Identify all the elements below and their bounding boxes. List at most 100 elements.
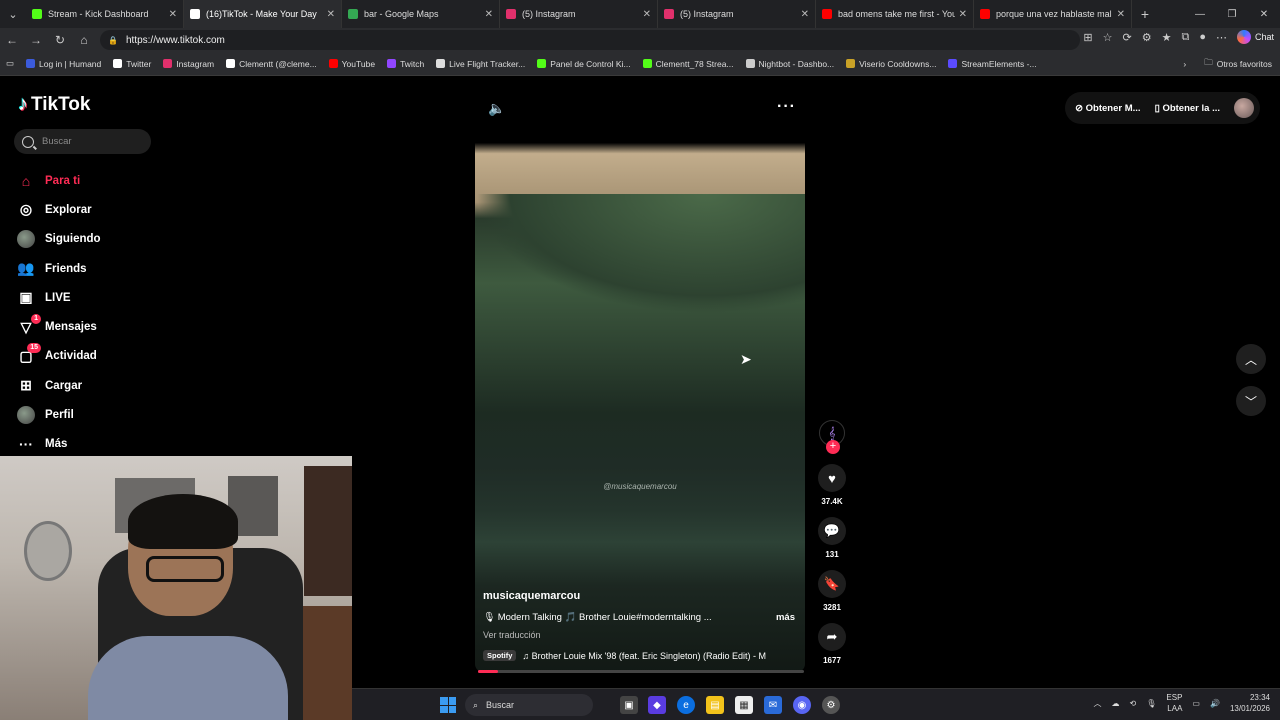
sidebar-item-cargar[interactable]: ⊞ Cargar [16, 371, 101, 400]
discord-icon[interactable]: ◉ [793, 696, 811, 714]
video-more-icon[interactable]: ··· [777, 98, 796, 116]
translate-link[interactable]: Ver traducción [483, 630, 795, 640]
next-video-button[interactable]: ﹀ [1236, 386, 1266, 416]
edge-icon[interactable]: e [677, 696, 695, 714]
app-available-icon[interactable]: ⊞ [1083, 31, 1092, 44]
tab-close-icon[interactable]: ✕ [1117, 9, 1125, 20]
clock[interactable]: 23:34 13/01/2026 [1230, 692, 1270, 714]
sidebar-item-actividad[interactable]: ▢ 15 Actividad [16, 342, 101, 371]
save-button[interactable]: 🔖 [818, 570, 846, 598]
bookmark-item[interactable]: Live Flight Tracker... [430, 59, 531, 69]
refresh-extension-icon[interactable]: ⟳ [1123, 31, 1132, 44]
tab-close-icon[interactable]: ✕ [801, 9, 809, 20]
store-icon[interactable]: ▦ [735, 696, 753, 714]
taskbar-search[interactable]: ⌕ Buscar [465, 694, 593, 716]
tray-chevron-icon[interactable]: ︿ [1094, 698, 1102, 709]
favorite-star-icon[interactable]: ☆ [1103, 31, 1113, 44]
reload-icon[interactable]: ↻ [48, 33, 72, 47]
browser-tab[interactable]: (16)TikTok - Make Your Day ✕ [184, 0, 342, 28]
bookmark-label: Nightbot - Dashbo... [758, 58, 835, 69]
windows-start-icon[interactable] [440, 697, 456, 713]
description-more-button[interactable]: más [776, 612, 795, 623]
follow-plus-icon[interactable]: + [826, 440, 840, 454]
profile-icon[interactable]: ● [1199, 31, 1206, 43]
sidebar-item-live[interactable]: ▣ LIVE [16, 283, 101, 312]
bookmark-item[interactable]: Clementt_78 Strea... [637, 59, 740, 69]
site-info-icon[interactable]: 🔒 [108, 36, 118, 45]
settings-more-icon[interactable]: ⋯ [1216, 31, 1227, 44]
new-tab-button[interactable]: + [1132, 6, 1158, 22]
language-indicator[interactable]: ESP LAA [1166, 692, 1182, 714]
bookmark-item[interactable]: Twitch [381, 59, 430, 69]
tab-title: (16)TikTok - Make Your Day [206, 9, 317, 19]
copilot-chat-button[interactable]: Chat [1236, 30, 1274, 44]
tab-close-icon[interactable]: ✕ [643, 9, 651, 20]
browser-tab[interactable]: porque una vez hablaste mal de mi ✕ [974, 0, 1132, 28]
bookmarks-chevron-icon[interactable]: › [1183, 59, 1186, 69]
browser-tab[interactable]: bar - Google Maps ✕ [342, 0, 500, 28]
mail-icon[interactable]: ✉ [764, 696, 782, 714]
browser-tab[interactable]: bad omens take me first - YouTube ✕ [816, 0, 974, 28]
other-favorites[interactable]: Otros favoritos [1217, 59, 1272, 69]
profile-avatar[interactable] [1234, 98, 1254, 118]
get-coins-button[interactable]: ⊘ Obtener M... [1075, 103, 1141, 114]
creator-avatar[interactable]: 𝄞 + [819, 420, 845, 454]
extensions-icon[interactable]: ⚙ [1142, 31, 1152, 44]
restore-icon[interactable]: ❐ [1216, 0, 1248, 28]
share-button[interactable]: ➦ [818, 623, 846, 651]
bookmark-item[interactable]: Twitter [107, 59, 157, 69]
get-app-button[interactable]: ▯ Obtener la ... [1155, 103, 1220, 114]
minimize-icon[interactable]: — [1184, 0, 1216, 28]
comment-button[interactable]: 💬 [818, 517, 846, 545]
bookmark-item[interactable]: Viserio Cooldowns... [840, 59, 942, 69]
file-explorer-icon[interactable]: ▤ [706, 696, 724, 714]
sidebar-item-más[interactable]: ··· Más [16, 430, 101, 459]
task-view-icon[interactable]: ▣ [620, 696, 638, 714]
video-progress-bar[interactable] [478, 670, 804, 673]
bookmark-item[interactable]: Instagram [157, 59, 220, 69]
video-author[interactable]: musicaquemarcou [483, 590, 795, 602]
sidebar-item-explorar[interactable]: ◎ Explorar [16, 195, 101, 224]
tab-close-icon[interactable]: ✕ [327, 9, 335, 20]
sidebar-item-para-ti[interactable]: ⌂ Para ti [16, 166, 101, 195]
browser-tab[interactable]: (5) Instagram ✕ [500, 0, 658, 28]
search-input[interactable]: Buscar [14, 129, 151, 154]
favorites-icon[interactable]: ★ [1162, 31, 1172, 44]
volume-tray-icon[interactable]: 🔊 [1210, 699, 1220, 708]
music-info[interactable]: Spotify ♫ Brother Louie Mix '98 (feat. E… [483, 650, 795, 661]
volume-icon[interactable]: 🔈 [488, 100, 505, 117]
app-icon[interactable]: ⚙ [822, 696, 840, 714]
spotify-badge[interactable]: Spotify [483, 650, 517, 661]
forward-icon[interactable]: → [24, 33, 48, 47]
sidebar-item-siguiendo[interactable]: Siguiendo [16, 225, 101, 254]
browser-tab[interactable]: (5) Instagram ✕ [658, 0, 816, 28]
bookmark-item[interactable]: Panel de Control Ki... [531, 59, 636, 69]
bookmark-item[interactable]: YouTube [323, 59, 381, 69]
like-button[interactable]: ♥ [818, 464, 846, 492]
back-icon[interactable]: ← [0, 33, 24, 47]
sidebar-item-mensajes[interactable]: ▽ 1 Mensajes [16, 312, 101, 341]
bookmark-item[interactable]: Log in | Humand [20, 59, 107, 69]
collections-icon[interactable]: ⧉ [1181, 31, 1189, 44]
tab-list-dropdown-icon[interactable]: ⌄ [0, 0, 26, 28]
sidebar-item-friends[interactable]: 👥 Friends [16, 254, 101, 283]
bookmark-item[interactable]: Nightbot - Dashbo... [740, 59, 841, 69]
previous-video-button[interactable]: ︿ [1236, 344, 1266, 374]
bookmark-item[interactable]: StreamElements -... [942, 59, 1042, 69]
url-field[interactable]: 🔒 https://www.tiktok.com [100, 30, 1080, 50]
network-icon[interactable]: ▭ [1192, 699, 1200, 708]
reading-mode-icon[interactable]: ▭ [0, 58, 20, 69]
browser-tab[interactable]: Stream - Kick Dashboard ✕ [26, 0, 184, 28]
tab-close-icon[interactable]: ✕ [169, 9, 177, 20]
sidebar-item-perfil[interactable]: Perfil [16, 400, 101, 429]
bookmark-item[interactable]: Clementt (@cleme... [220, 59, 323, 69]
tiktok-logo[interactable]: ♪ TikTok [18, 93, 90, 116]
mic-icon[interactable]: 🎙 [1146, 699, 1156, 708]
onedrive-icon[interactable]: ☁ [1112, 699, 1120, 708]
tab-close-icon[interactable]: ✕ [959, 9, 967, 20]
copilot-taskbar-icon[interactable]: ◆ [648, 696, 666, 714]
home-icon[interactable]: ⌂ [72, 33, 96, 47]
close-window-icon[interactable]: ✕ [1248, 0, 1280, 28]
sync-icon[interactable]: ⟲ [1130, 699, 1137, 708]
tab-close-icon[interactable]: ✕ [485, 9, 493, 20]
